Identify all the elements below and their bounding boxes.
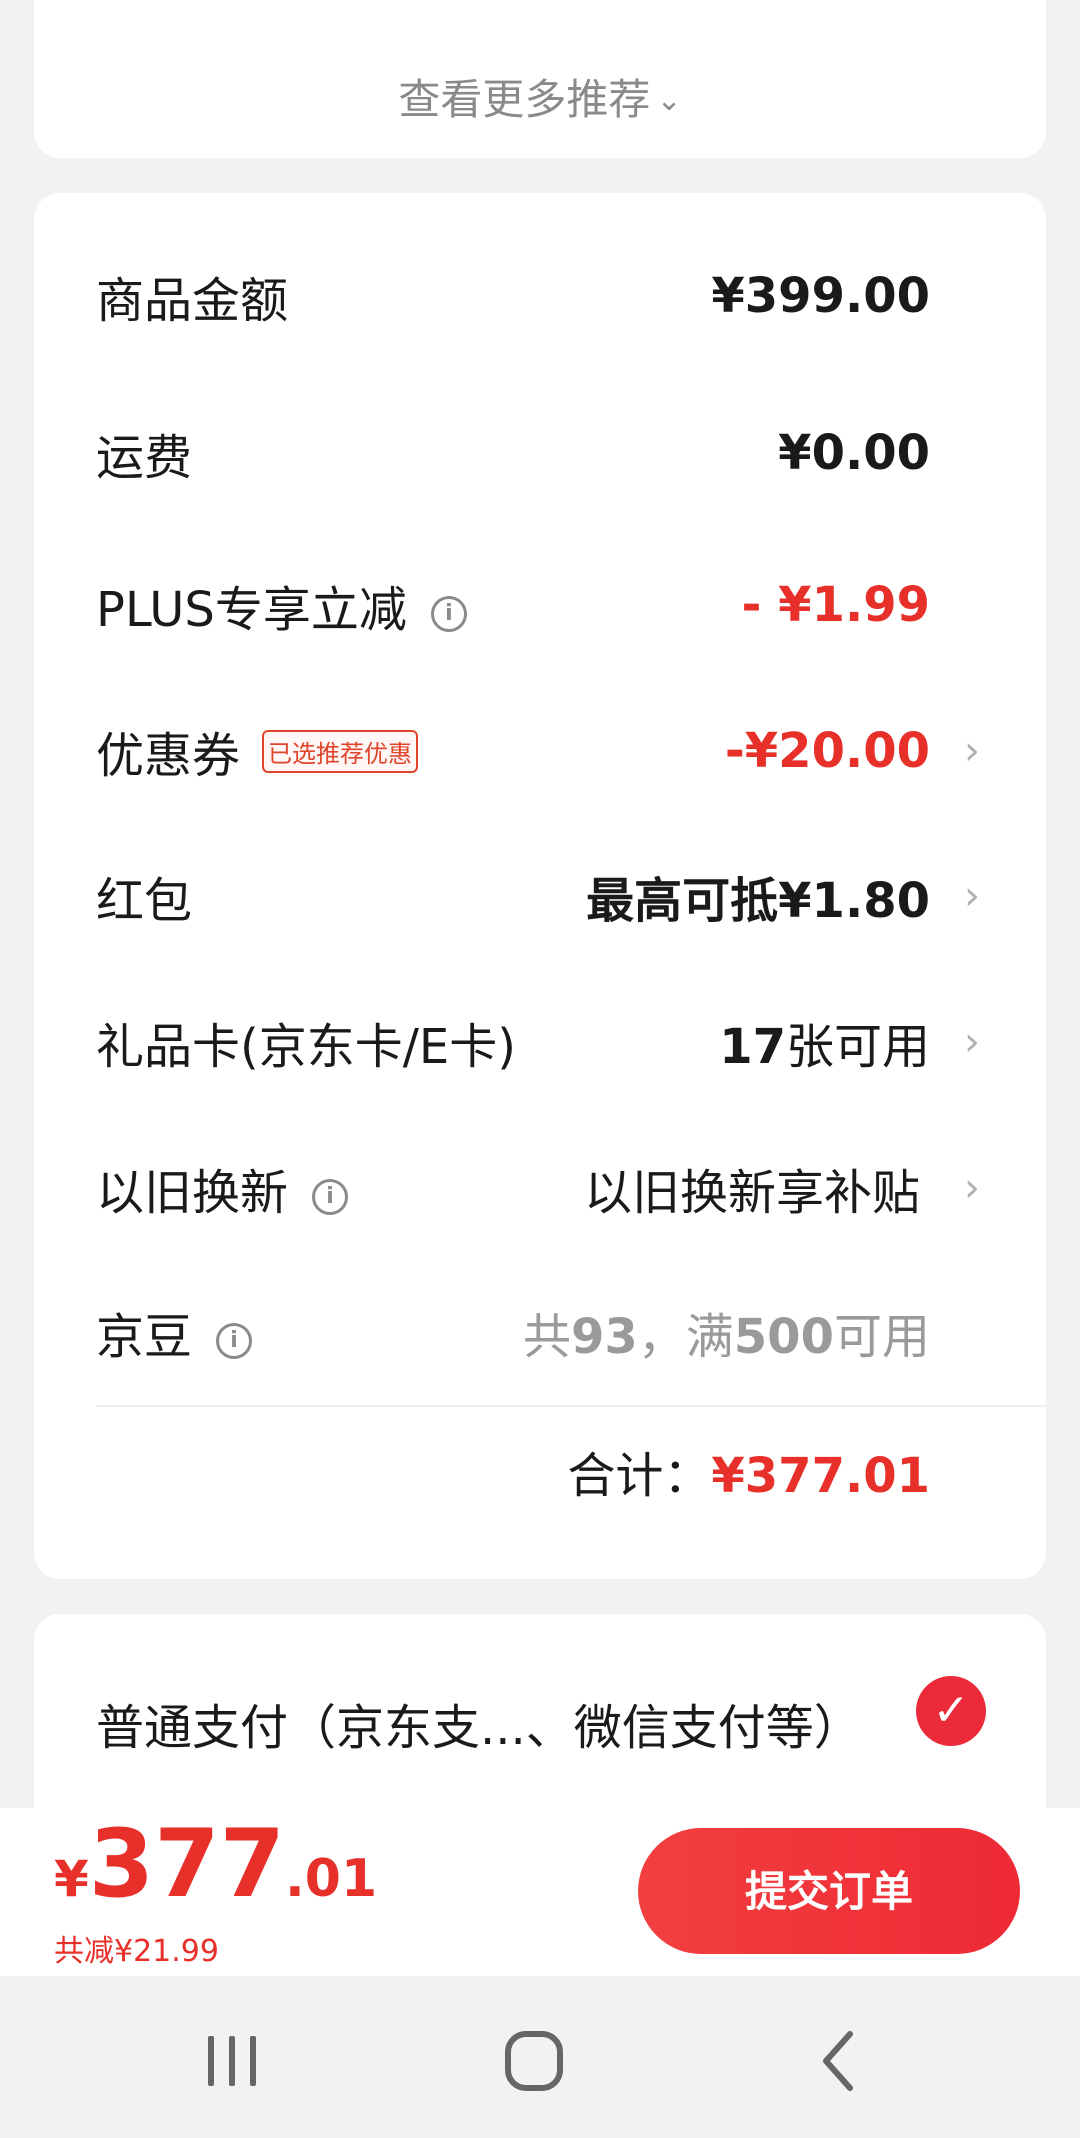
chevron-down-icon: ⌄ xyxy=(656,83,682,118)
payment-method-label: 普通支付（京东支...、微信支付等） xyxy=(96,1700,862,1756)
info-icon[interactable]: i xyxy=(312,1179,349,1215)
jd-beans-label-wrap: 京豆 i xyxy=(96,1297,253,1367)
plus-discount-value: - ¥1.99 xyxy=(741,577,930,633)
total-label: 合计： xyxy=(567,1448,712,1504)
jd-beans-threshold: 500 xyxy=(733,1309,834,1365)
row-coupon[interactable]: 优惠券 已选推荐优惠 -¥20.00 › xyxy=(34,701,1046,801)
total-value: ¥377.01 xyxy=(711,1448,930,1504)
gift-card-suffix: 张可用 xyxy=(785,1019,930,1075)
coupon-value: -¥20.00 xyxy=(724,723,930,779)
red-packet-value: 最高可抵¥1.80 xyxy=(586,873,930,929)
plus-discount-label: PLUS专享立减 xyxy=(96,582,407,638)
row-gift-card[interactable]: 礼品卡(京东卡/E卡) 17张可用 › xyxy=(34,992,1046,1092)
row-goods-amount: 商品金额 ¥399.00 xyxy=(34,246,1046,346)
total-saved-label: 共减¥21.99 xyxy=(54,1934,219,1969)
view-more-recommend-link[interactable]: 查看更多推荐 ⌄ xyxy=(34,66,1046,127)
jd-beans-mid: ，满 xyxy=(637,1309,734,1365)
currency-symbol: ¥ xyxy=(54,1850,89,1908)
final-price: ¥377.01 xyxy=(54,1810,377,1919)
chevron-right-icon: › xyxy=(964,1019,980,1065)
jd-beans-count: 93 xyxy=(570,1309,638,1365)
trade-in-value: 以旧换新享补贴 xyxy=(583,1165,920,1221)
price-integer: 377 xyxy=(88,1810,286,1919)
jd-beans-suffix: 可用 xyxy=(833,1309,930,1365)
coupon-label: 优惠券 xyxy=(96,728,241,784)
row-jd-beans: 京豆 i 共93，满500可用 xyxy=(34,1282,1046,1382)
gift-card-value: 17张可用 xyxy=(719,1007,930,1077)
info-icon[interactable]: i xyxy=(216,1323,253,1359)
submit-order-button[interactable]: 提交订单 xyxy=(638,1828,1020,1954)
chevron-right-icon: › xyxy=(964,873,980,919)
chevron-right-icon: › xyxy=(964,1165,980,1211)
home-icon[interactable] xyxy=(494,2026,574,2096)
shipping-value: ¥0.00 xyxy=(778,425,930,481)
checkmark-icon[interactable]: ✓ xyxy=(916,1676,986,1746)
gift-card-count: 17 xyxy=(719,1019,786,1075)
submit-bar: ¥377.01 共减¥21.99 提交订单 xyxy=(0,1808,1080,1976)
shipping-label: 运费 xyxy=(96,430,193,486)
system-nav-bar xyxy=(0,1976,1080,2138)
price-decimal: .01 xyxy=(285,1849,378,1909)
trade-in-label-wrap: 以旧换新 i xyxy=(96,1153,349,1223)
jd-beans-value: 共93，满500可用 xyxy=(523,1297,930,1367)
info-icon[interactable]: i xyxy=(430,596,467,632)
divider xyxy=(96,1405,1046,1407)
jd-beans-prefix: 共 xyxy=(522,1309,571,1365)
recommend-card: 查看更多推荐 ⌄ xyxy=(34,0,1046,158)
plus-discount-label-wrap: PLUS专享立减 i xyxy=(96,570,467,640)
row-plus-discount: PLUS专享立减 i - ¥1.99 xyxy=(34,555,1046,655)
chevron-right-icon: › xyxy=(964,728,980,774)
gift-card-label: 礼品卡(京东卡/E卡) xyxy=(96,1019,516,1075)
red-packet-label: 红包 xyxy=(96,873,193,929)
back-icon[interactable] xyxy=(800,2026,880,2096)
row-trade-in[interactable]: 以旧换新 i 以旧换新享补贴 › xyxy=(34,1138,1046,1238)
jd-beans-label: 京豆 xyxy=(96,1309,193,1365)
trade-in-label: 以旧换新 xyxy=(96,1165,289,1221)
row-shipping: 运费 ¥0.00 xyxy=(34,403,1046,503)
row-red-packet[interactable]: 红包 最高可抵¥1.80 › xyxy=(34,846,1046,946)
recent-apps-icon[interactable] xyxy=(192,2026,272,2096)
total-row: 合计：¥377.01 xyxy=(567,1436,930,1506)
order-summary-card: 商品金额 ¥399.00 运费 ¥0.00 PLUS专享立减 i - ¥1.99 … xyxy=(34,193,1046,1579)
coupon-recommended-tag: 已选推荐优惠 xyxy=(262,730,419,773)
goods-amount-label: 商品金额 xyxy=(96,273,289,329)
goods-amount-value: ¥399.00 xyxy=(711,268,930,324)
view-more-label: 查看更多推荐 xyxy=(398,75,651,124)
coupon-label-wrap: 优惠券 已选推荐优惠 xyxy=(96,716,419,786)
